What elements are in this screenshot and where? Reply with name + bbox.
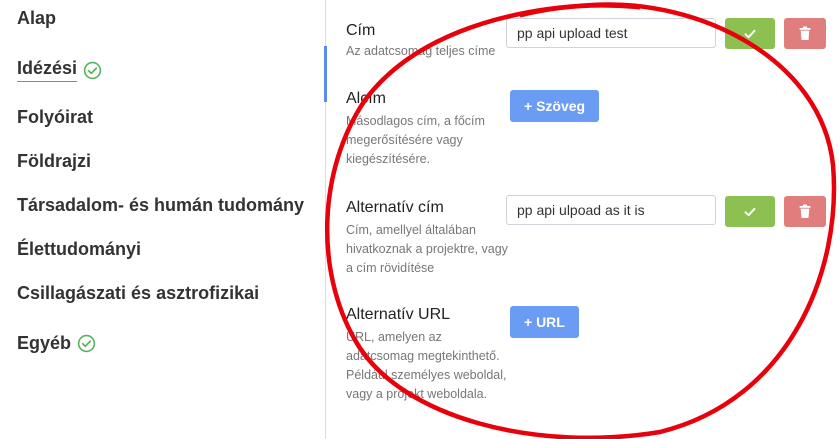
- cim-delete-button[interactable]: [784, 18, 826, 49]
- sidebar-item-egyeb[interactable]: Egyéb: [17, 333, 96, 354]
- add-text-button[interactable]: + Szöveg: [510, 90, 600, 122]
- check-circle-icon: [83, 61, 102, 79]
- sidebar-item-tarsadalom[interactable]: Társadalom- és humán tudomány: [17, 195, 304, 216]
- cim-input[interactable]: [506, 18, 716, 48]
- sidebar-item-csillagaszati[interactable]: Csillagászati és asztrofizikai: [17, 283, 259, 304]
- sidebar-item-label: Társadalom- és humán tudomány: [17, 195, 305, 215]
- field-desc-cim: Az adatcsomag teljes címe: [346, 44, 496, 58]
- trash-icon: [799, 204, 811, 218]
- trash-icon: [799, 26, 811, 40]
- field-desc-alternativ-url: URL, amelyen az adatcsomag megtekinthető…: [346, 330, 507, 401]
- field-title-alcim: Alcím: [346, 90, 386, 107]
- sidebar-item-label: Földrajzi: [17, 151, 92, 171]
- cim-confirm-button[interactable]: [725, 18, 775, 49]
- sidebar-item-label: Alap: [17, 8, 57, 28]
- sidebar-item-label: Élettudományi: [17, 239, 142, 259]
- add-url-button[interactable]: + URL: [510, 306, 579, 338]
- sidebar-item-label: Egyéb: [17, 333, 72, 353]
- sidebar-item-elettudomanyi[interactable]: Élettudományi: [17, 239, 141, 260]
- alternativ-cim-delete-button[interactable]: [784, 196, 826, 227]
- sidebar: Alap Idézési Folyóirat Földrajzi Társada…: [0, 0, 326, 439]
- active-tab-indicator: [324, 46, 327, 102]
- check-icon: [744, 207, 756, 216]
- field-title-alternativ-cim: Alternatív cím: [346, 199, 444, 216]
- sidebar-item-label: Csillagászati és asztrofizikai: [17, 283, 260, 303]
- sidebar-item-idezesi[interactable]: Idézési: [17, 58, 102, 82]
- sidebar-item-label: Idézési: [17, 58, 78, 82]
- sidebar-item-foldrajzi[interactable]: Földrajzi: [17, 151, 91, 172]
- alternativ-cim-input[interactable]: [506, 195, 716, 225]
- field-desc-alcim: Másodlagos cím, a főcím megerősítésére v…: [346, 114, 485, 166]
- field-desc-alternativ-cim: Cím, amellyel általában hivatkoznak a pr…: [346, 223, 508, 275]
- sidebar-item-label: Folyóirat: [17, 107, 94, 127]
- check-icon: [744, 29, 756, 38]
- field-title-cim: Cím: [346, 22, 376, 39]
- sidebar-item-alap[interactable]: Alap: [17, 8, 56, 29]
- check-circle-icon: [77, 334, 96, 353]
- field-title-alternativ-url: Alternatív URL: [346, 306, 451, 323]
- alternativ-cim-confirm-button[interactable]: [725, 196, 775, 227]
- sidebar-item-folyoirat[interactable]: Folyóirat: [17, 107, 93, 128]
